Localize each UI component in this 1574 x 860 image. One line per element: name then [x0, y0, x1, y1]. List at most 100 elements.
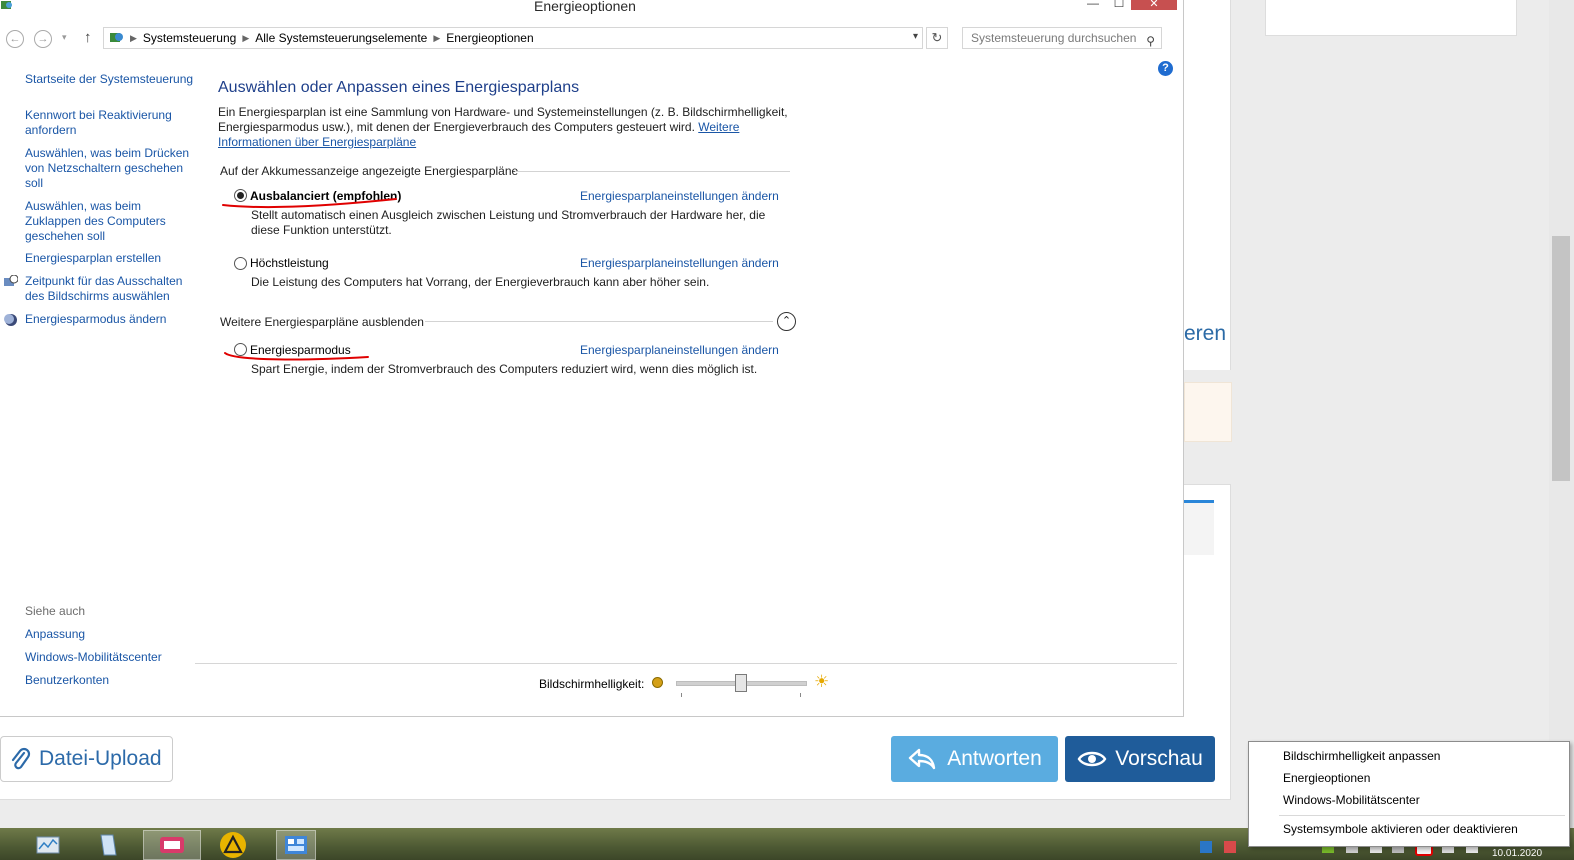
breadcrumb-alle-elemente[interactable]: Alle Systemsteuerungselemente — [255, 31, 427, 45]
tray-context-menu: Bildschirmhelligkeit anpassen Energieopt… — [1248, 741, 1570, 847]
taskbar-clock-date[interactable]: 10.01.2020 — [1492, 848, 1542, 859]
preview-label: Vorschau — [1115, 747, 1203, 770]
background-partial-link[interactable]: eren — [1184, 322, 1226, 346]
search-icon[interactable]: ⚲ — [1146, 31, 1155, 51]
tray-app-icon[interactable] — [1200, 841, 1212, 853]
refresh-icon: ↻ — [931, 30, 943, 45]
arrow-up-icon: ↑ — [84, 29, 92, 46]
recent-locations-button[interactable]: ▾ — [62, 32, 67, 43]
taskbar-app-control-panel[interactable] — [276, 830, 316, 860]
intro-text: Ein Energiesparplan ist eine Sammlung vo… — [218, 105, 788, 150]
plan-settings-link-balanced[interactable]: Energiesparplaneinstellungen ändern — [580, 189, 779, 203]
file-upload-button[interactable]: Datei-Upload — [0, 736, 173, 782]
nav-link-lid-close[interactable]: Auswählen, was beim Zuklappen des Comput… — [25, 199, 195, 244]
maximize-button[interactable]: ☐ — [1111, 0, 1127, 10]
title-bar[interactable]: Energieoptionen — ☐ ✕ — [0, 0, 1183, 18]
plan-radio-high-performance[interactable] — [234, 257, 247, 270]
slider-tick — [681, 693, 682, 697]
breadcrumb-separator-icon: ▶ — [130, 32, 137, 43]
nav-link-sleep[interactable]: Energiesparmodus ändern — [25, 312, 195, 327]
search-placeholder: Systemsteuerung durchsuchen — [971, 31, 1137, 45]
address-toolbar: ← → ▾ ↑ ▶ Systemsteuerung ▶ Alle Systems… — [0, 26, 1183, 52]
moon-icon — [4, 314, 17, 326]
preview-button[interactable]: Vorschau — [1065, 736, 1215, 782]
refresh-button[interactable]: ↻ — [926, 27, 948, 49]
forward-button[interactable]: → — [34, 30, 52, 48]
menu-item-adjust-brightness[interactable]: Bildschirmhelligkeit anpassen — [1283, 749, 1440, 763]
nav-link-power-buttons[interactable]: Auswählen, was beim Drücken von Netzscha… — [25, 146, 195, 191]
brightness-high-icon: ☀ — [814, 672, 830, 691]
taskbar-app-resource-monitor[interactable] — [28, 830, 68, 860]
chevron-up-icon: ⌃ — [781, 315, 792, 327]
brightness-low-icon — [652, 677, 663, 688]
breadcrumb-separator-icon: ▶ — [433, 32, 441, 43]
up-button[interactable]: ↑ — [84, 29, 92, 46]
slider-tick — [800, 693, 801, 697]
red-underline-annotation — [224, 352, 369, 361]
nav-home-link[interactable]: Startseite der Systemsteuerung — [25, 72, 195, 87]
help-icon[interactable]: ? — [1158, 61, 1173, 76]
monitor-chart-icon — [36, 836, 60, 854]
background-card — [1265, 0, 1517, 36]
menu-separator — [1279, 815, 1565, 816]
taskbar-app-browser[interactable] — [143, 830, 201, 860]
window-title: Energieoptionen — [534, 0, 636, 14]
bottom-divider — [195, 663, 1177, 664]
eye-icon — [1077, 751, 1107, 767]
background-panel — [1180, 0, 1231, 370]
page-title: Auswählen oder Anpassen eines Energiespa… — [218, 79, 580, 96]
control-panel-icon — [285, 836, 307, 854]
group-heading-battery-meter: Auf der Akkumessanzeige angezeigte Energ… — [220, 164, 519, 178]
plan-settings-link-power-saver[interactable]: Energiesparplaneinstellungen ändern — [580, 343, 779, 357]
control-panel-icon — [1, 1, 12, 9]
page-scrollbar-thumb[interactable] — [1552, 236, 1570, 481]
warning-triangle-icon — [220, 832, 246, 858]
display-clock-icon — [4, 275, 18, 286]
minimize-button[interactable]: — — [1086, 0, 1100, 10]
tray-app-icon[interactable] — [1224, 841, 1236, 853]
see-also-link-mobility-center[interactable]: Windows-Mobilitätscenter — [25, 650, 195, 665]
reply-icon — [909, 748, 936, 770]
background-notice — [1184, 382, 1232, 442]
nav-link-create-plan[interactable]: Energiesparplan erstellen — [25, 251, 195, 266]
file-upload-label: Datei-Upload — [39, 747, 162, 770]
search-input[interactable]: Systemsteuerung durchsuchen ⚲ — [962, 27, 1162, 49]
answer-label: Antworten — [947, 747, 1042, 770]
menu-item-mobility-center[interactable]: Windows-Mobilitätscenter — [1283, 793, 1420, 807]
answer-button[interactable]: Antworten — [891, 736, 1058, 782]
group-heading-more-plans[interactable]: Weitere Energiesparpläne ausblenden — [220, 315, 424, 329]
breadcrumb-energieoptionen[interactable]: Energieoptionen — [446, 31, 533, 45]
control-panel-icon — [110, 33, 123, 42]
breadcrumb-separator-icon: ▶ — [242, 32, 250, 43]
plan-description-balanced: Stellt automatisch einen Ausgleich zwisc… — [251, 208, 766, 237]
control-panel-window: Energieoptionen — ☐ ✕ ← → ▾ ↑ ▶ Systemst… — [0, 0, 1184, 717]
plan-name-high-performance[interactable]: Höchstleistung — [250, 256, 329, 270]
plan-description-high-performance: Die Leistung des Computers hat Vorrang, … — [251, 275, 710, 289]
collapse-button[interactable]: ⌃ — [777, 312, 796, 331]
see-also-link-personalization[interactable]: Anpassung — [25, 627, 195, 642]
red-underline-annotation — [222, 198, 397, 208]
chevron-down-icon: ▾ — [62, 32, 67, 42]
nav-link-password[interactable]: Kennwort bei Reaktivierung anfordern — [25, 108, 195, 138]
background-editor-tab[interactable] — [1184, 500, 1214, 555]
address-dropdown-icon[interactable]: ▾ — [913, 31, 918, 42]
taskbar-app-notepad[interactable] — [88, 830, 128, 860]
see-also-label: Siehe auch — [25, 604, 86, 618]
menu-item-system-icons[interactable]: Systemsymbole aktivieren oder deaktivier… — [1283, 822, 1518, 836]
arrow-left-icon: ← — [9, 33, 21, 45]
browser-icon — [160, 837, 184, 853]
nav-link-display-off[interactable]: Zeitpunkt für das Ausschalten des Bildsc… — [25, 274, 195, 304]
see-also-link-user-accounts[interactable]: Benutzerkonten — [25, 673, 195, 688]
close-button[interactable]: ✕ — [1131, 0, 1177, 10]
paperclip-icon — [11, 747, 31, 770]
address-bar[interactable]: ▶ Systemsteuerung ▶ Alle Systemsteuerung… — [103, 27, 923, 49]
document-icon — [100, 834, 117, 856]
breadcrumb-systemsteuerung[interactable]: Systemsteuerung — [143, 31, 236, 45]
menu-item-power-options[interactable]: Energieoptionen — [1283, 771, 1370, 785]
brightness-slider-thumb[interactable] — [734, 674, 747, 692]
taskbar-app-warning[interactable] — [213, 830, 253, 860]
group-divider — [515, 171, 790, 172]
plan-settings-link-high-performance[interactable]: Energiesparplaneinstellungen ändern — [580, 256, 779, 270]
arrow-right-icon: → — [37, 33, 49, 45]
back-button[interactable]: ← — [6, 30, 24, 48]
